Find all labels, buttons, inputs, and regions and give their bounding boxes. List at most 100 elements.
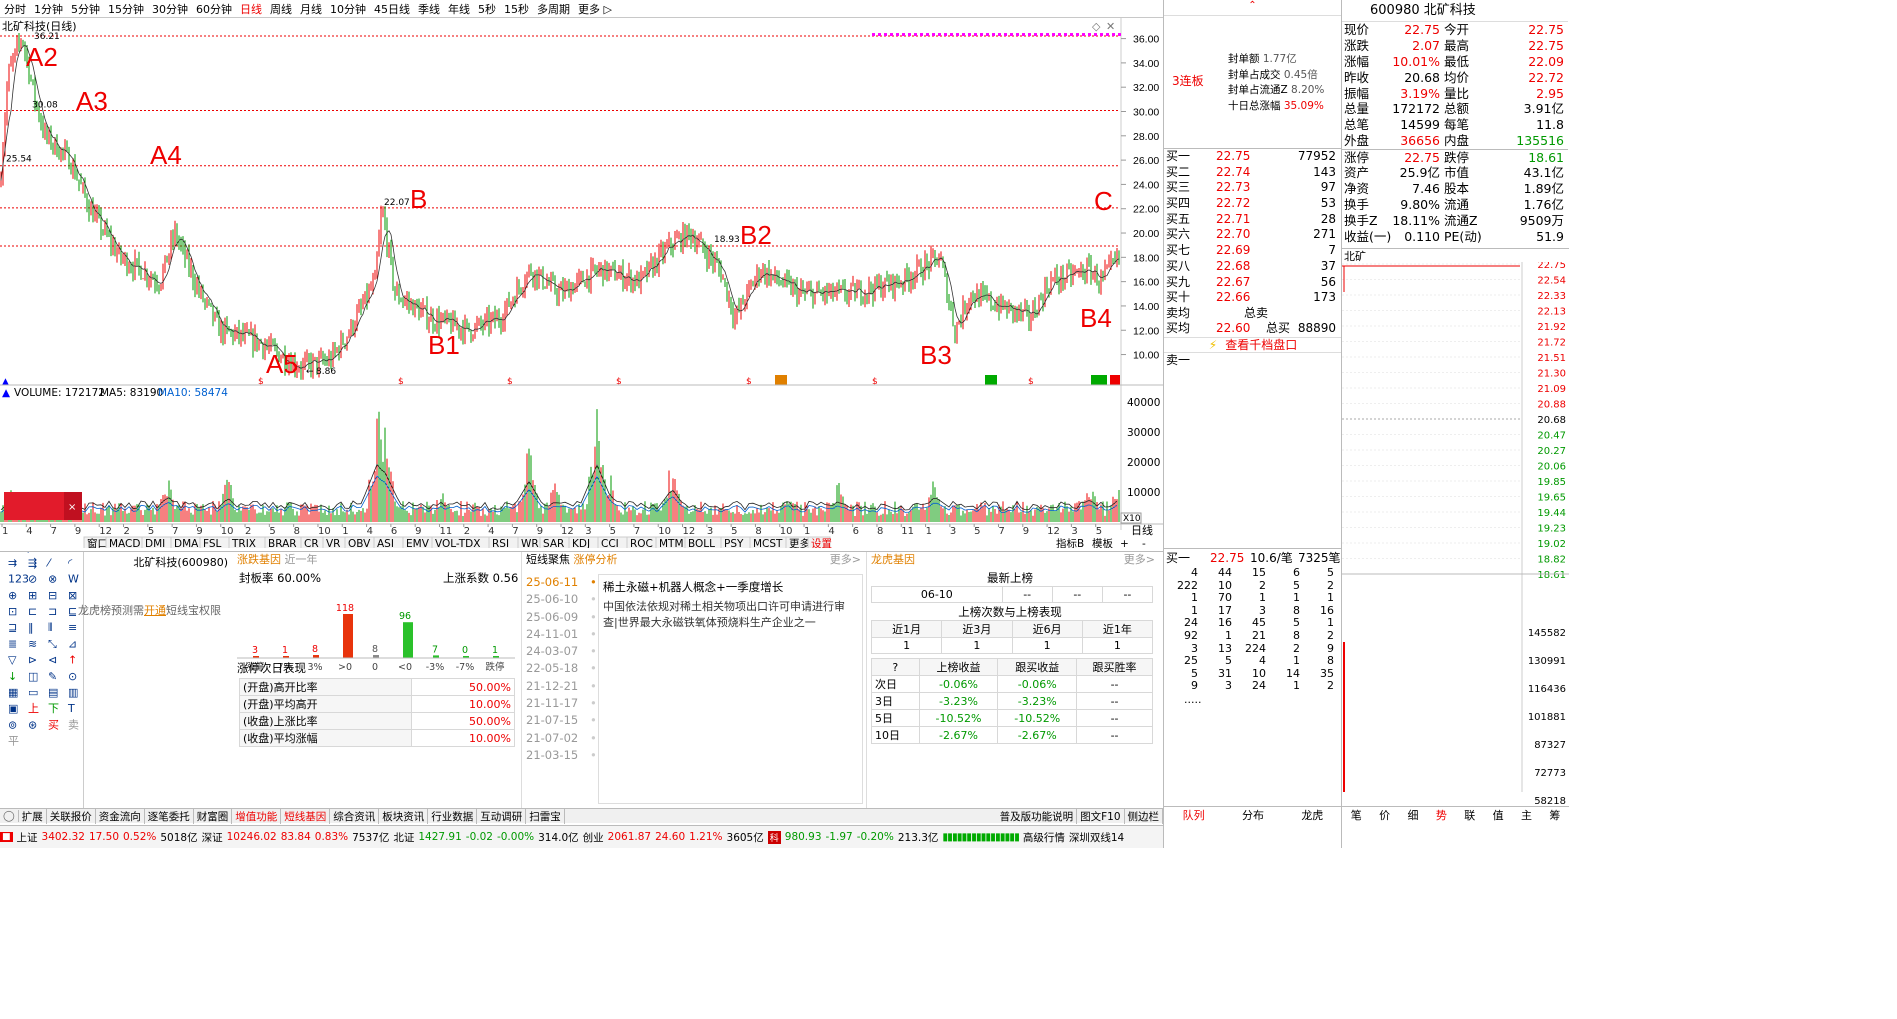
bottom-tab-5[interactable]: 增值功能 (232, 808, 282, 824)
bottom-tab-4[interactable]: 财富圈 (194, 808, 233, 824)
close-icon[interactable]: ✕ (1106, 20, 1115, 33)
period-2[interactable]: 5分钟 (67, 1, 104, 17)
draw-tool-icon[interactable]: ▤ (48, 686, 58, 699)
period-7[interactable]: 周线 (266, 1, 296, 17)
buy-level-3[interactable]: 买三 22.73 97 (1164, 180, 1342, 196)
quote-tab-0[interactable]: 笔 (1342, 807, 1370, 824)
draw-tool-icon[interactable]: ⊛ (28, 718, 37, 731)
draw-tool-icon[interactable]: 上 (28, 702, 39, 715)
event-badge[interactable] (1091, 375, 1107, 385)
kline-chart-area[interactable]: 36.00 34.00 32.00 30.00 28.00 26.00 24.00 22.00… (0, 18, 1163, 548)
news-date-item[interactable]: 25-06-11 • (526, 574, 598, 591)
period-12[interactable]: 年线 (444, 1, 474, 17)
period-8[interactable]: 月线 (296, 1, 326, 17)
quote-tab-6[interactable]: 主 (1512, 807, 1540, 824)
quote-tab-7[interactable]: 筹 (1541, 807, 1569, 824)
draw-tool-icon[interactable]: ≡ (68, 621, 77, 634)
status-advanced[interactable]: 高级行情 (1023, 830, 1065, 845)
draw-tool-icon[interactable]: ▣ (8, 702, 18, 715)
news-date-item[interactable]: 21-11-17 • (526, 695, 598, 712)
quote-tab-4[interactable]: 联 (1456, 807, 1484, 824)
draw-tool-icon[interactable]: ▥ (68, 686, 78, 699)
news-date-item[interactable]: 21-07-02 • (526, 730, 598, 747)
draw-tool-icon[interactable]: ⇉ (8, 556, 17, 569)
draw-tool-icon[interactable]: 123 (8, 573, 29, 586)
bottom-tab-9[interactable]: 行业数据 (428, 808, 478, 824)
draw-tool-icon[interactable]: ⇶ (28, 556, 37, 569)
cy-name[interactable]: 创业 (583, 830, 604, 845)
draw-tool-icon[interactable]: ◫ (28, 670, 38, 683)
draw-tool-icon[interactable]: ⊚ (8, 718, 17, 731)
bottom-tab-right-2[interactable]: 侧边栏 (1125, 808, 1163, 824)
draw-tool-icon[interactable]: 买 (48, 718, 59, 731)
draw-tool-icon[interactable]: ⁄ (45, 556, 52, 569)
draw-tool-icon[interactable]: ⊒ (8, 621, 17, 634)
draw-tool-icon[interactable]: ▽ (8, 654, 17, 667)
bottom-tab-right-0[interactable]: 普及版功能说明 (997, 808, 1078, 824)
draw-tool-icon[interactable]: W (68, 573, 79, 586)
bz-name[interactable]: 北证 (393, 830, 414, 845)
news-date-item[interactable]: 22-05-18 • (526, 660, 598, 677)
drawing-tools-icons[interactable]: ╱╲↗⋯⊡╱↔⇄⇉⇶⁄◜123⊘⊗W⊕⊞⊟⊠⊡⊏⊐⊑⊒‖⫴≡≣≋⤡⊿▽⊳⊲↑↓◫… (0, 523, 84, 808)
draw-tool-icon[interactable]: ▭ (28, 686, 38, 699)
buy-level-9[interactable]: 买九 22.67 56 (1164, 275, 1342, 291)
period-10[interactable]: 45日线 (370, 1, 414, 17)
draw-tool-icon[interactable]: ⊡ (8, 540, 17, 553)
event-badge[interactable] (775, 375, 787, 385)
draw-tool-icon[interactable]: ‖ (28, 621, 34, 634)
draw-tool-icon[interactable]: ≋ (28, 637, 37, 650)
bottom-tab-0[interactable]: 扩展 (19, 808, 47, 824)
bottom-tab-11[interactable]: 扫雷宝 (526, 808, 565, 824)
bottom-tab-10[interactable]: 互动调研 (477, 808, 527, 824)
period-11[interactable]: 季线 (414, 1, 444, 17)
draw-tool-icon[interactable]: ↔ (48, 540, 57, 553)
draw-tool-icon[interactable]: ◜ (68, 556, 73, 569)
event-badge[interactable] (1110, 375, 1120, 385)
buy-level-2[interactable]: 买二 22.74 143 (1164, 165, 1342, 181)
perf-head-cell[interactable]: ? (871, 658, 920, 676)
bottom-tab-8[interactable]: 板块资讯 (379, 808, 429, 824)
news-date-item[interactable]: 24-03-07 • (526, 643, 598, 660)
close-icon[interactable]: × (68, 502, 76, 513)
quote-tab-3[interactable]: 势 (1427, 807, 1455, 824)
period-6[interactable]: 日线 (236, 1, 266, 17)
bottom-tab-1[interactable]: 关联报价 (47, 808, 96, 824)
open-link[interactable]: 开通 (144, 604, 166, 617)
gene-title[interactable]: 涨跌基因 (237, 553, 281, 566)
quote-tab-5[interactable]: 值 (1484, 807, 1512, 824)
draw-tool-icon[interactable]: ⊿ (68, 637, 77, 650)
bottom-tab-6[interactable]: 短线基因 (281, 808, 331, 824)
buy-level-7[interactable]: 买七 22.69 7 (1164, 243, 1342, 259)
period-15[interactable]: 多周期 (533, 1, 574, 17)
event-badge[interactable] (985, 375, 997, 385)
news-date-item[interactable]: 25-06-09 • (526, 609, 598, 626)
draw-tool-icon[interactable]: ⤡ (48, 637, 57, 650)
draw-tool-icon[interactable]: ↓ (8, 670, 17, 683)
depth-link[interactable]: 查看千档盘口 (1225, 338, 1297, 352)
indicator-right-3[interactable]: - (1142, 538, 1146, 548)
news-date-item[interactable]: 25-06-10 • (526, 591, 598, 608)
indicator-right-2[interactable]: + (1120, 538, 1129, 548)
news-date-item[interactable]: 24-11-01 • (526, 626, 598, 643)
draw-tool-icon[interactable]: ⊡ (8, 605, 17, 618)
draw-tool-icon[interactable]: ⊕ (8, 589, 17, 602)
draw-tool-icon[interactable]: ⊞ (28, 589, 37, 602)
draw-tool-icon[interactable]: ⊠ (68, 589, 77, 602)
draw-tool-icon[interactable]: T (67, 702, 75, 715)
buy-level-10[interactable]: 买十 22.66 173 (1164, 290, 1342, 306)
tab-toggle-icon[interactable]: ◯ (0, 810, 19, 822)
buy-level-6[interactable]: 买六 22.70 271 (1164, 227, 1342, 243)
draw-tool-icon[interactable]: ⊳ (28, 654, 37, 667)
quote-tab-1[interactable]: 价 (1370, 807, 1398, 824)
period-0[interactable]: 分时 (0, 1, 30, 17)
dragon-more-link[interactable]: 更多> (1124, 552, 1163, 568)
kline-chart[interactable]: 36.00 34.00 32.00 30.00 28.00 26.00 24.00 22.00… (0, 18, 1163, 548)
queue-more[interactable]: ..... (1164, 693, 1342, 706)
kc-icon[interactable]: 科 (767, 830, 781, 844)
status-server[interactable]: 深圳双线14 (1069, 830, 1124, 845)
bottom-tab-right-1[interactable]: 图文F10 (1077, 808, 1125, 824)
draw-tool-icon[interactable]: ≣ (8, 637, 17, 650)
news-tab-focus[interactable]: 短线聚焦 (526, 553, 570, 566)
indicator-right-1[interactable]: 模板 (1092, 537, 1114, 548)
period-5[interactable]: 60分钟 (192, 1, 236, 17)
